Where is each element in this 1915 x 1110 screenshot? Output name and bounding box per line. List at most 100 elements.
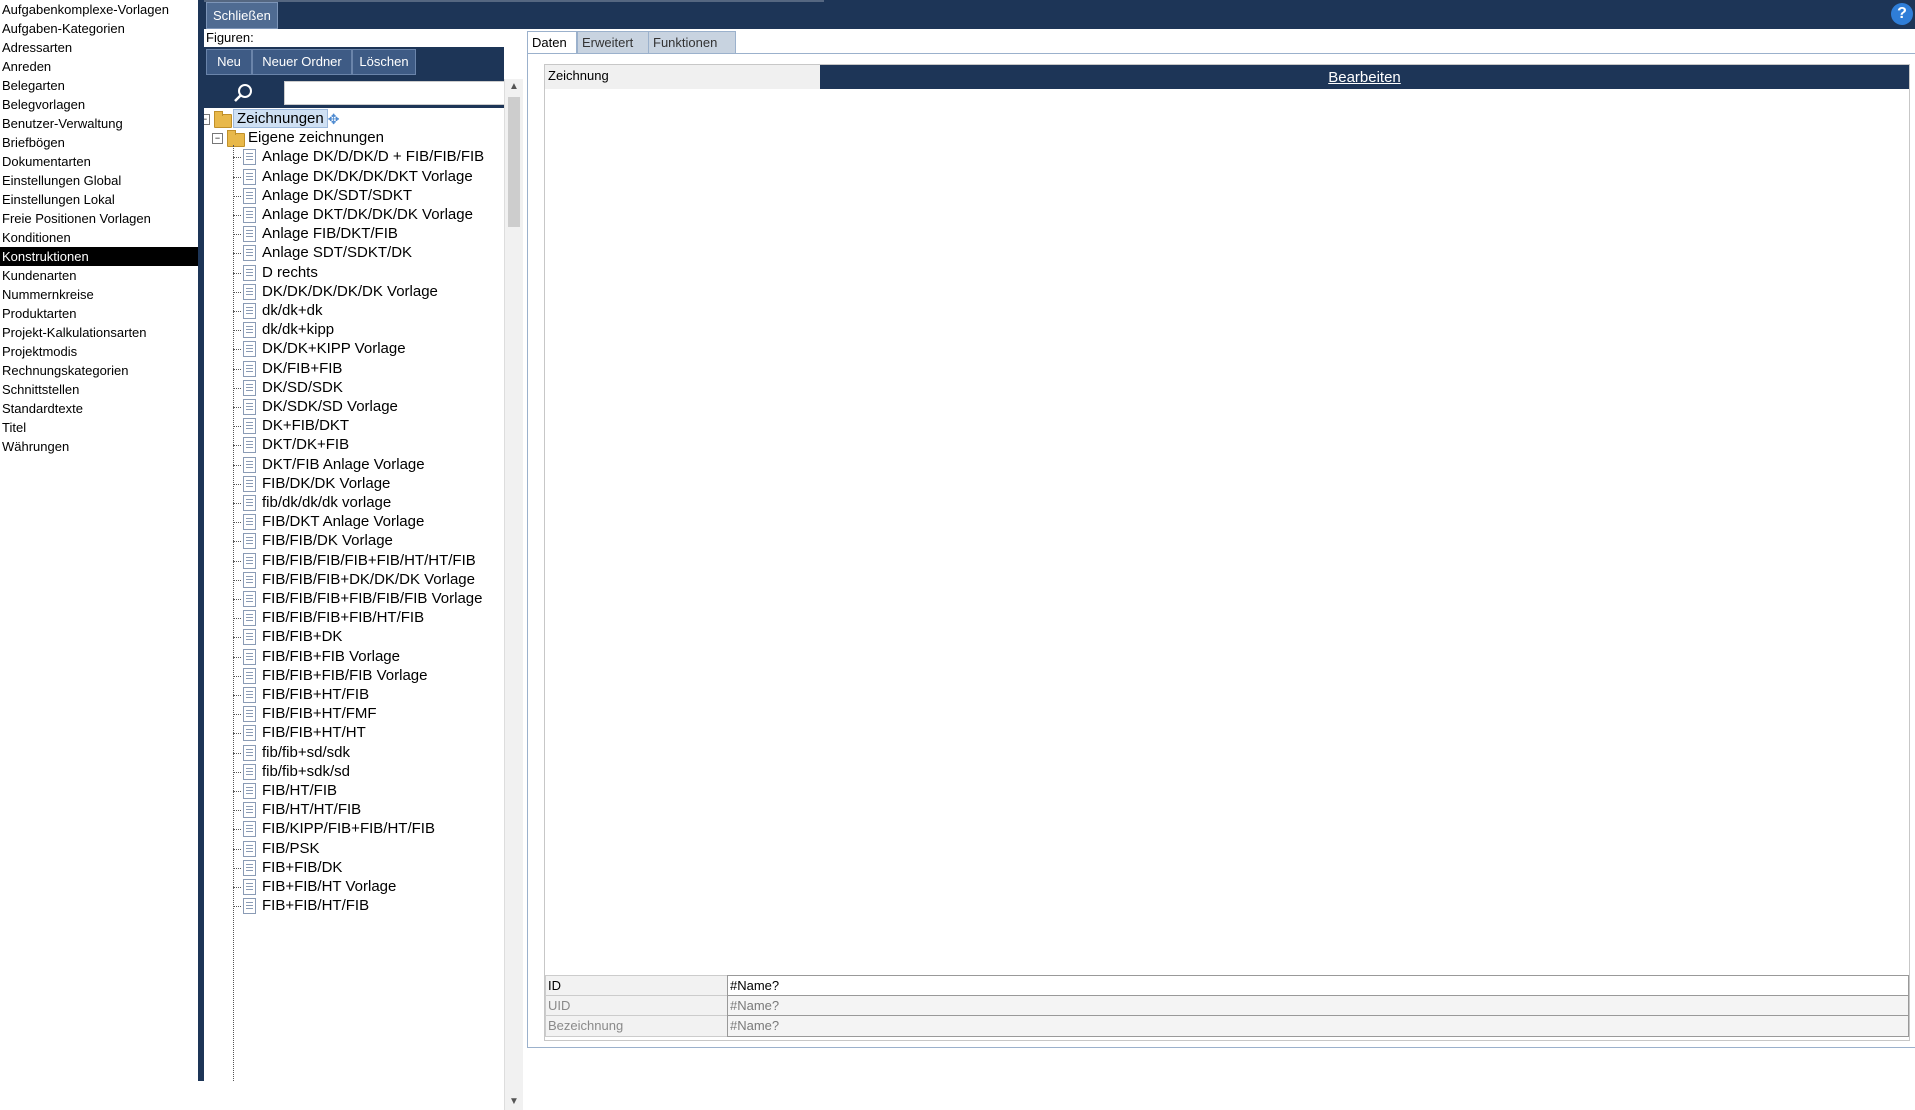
tree-connector bbox=[233, 906, 241, 908]
tree-item[interactable]: FIB+FIB/HT/FIB bbox=[262, 895, 369, 917]
nav-item-projektmodis[interactable]: Projektmodis bbox=[0, 342, 198, 361]
nav-item-währungen[interactable]: Währungen bbox=[0, 437, 198, 456]
tab-funktionen[interactable]: Funktionen bbox=[648, 31, 736, 54]
tree-connector bbox=[233, 848, 241, 850]
document-icon bbox=[243, 226, 256, 243]
scroll-down-icon[interactable]: ▼ bbox=[505, 1094, 523, 1110]
root-expander-icon[interactable]: − bbox=[204, 114, 210, 125]
scroll-up-icon[interactable]: ▲ bbox=[505, 79, 523, 95]
tree-connector bbox=[233, 503, 241, 504]
id-field[interactable]: #Name? bbox=[727, 975, 1909, 997]
document-icon bbox=[243, 898, 256, 915]
nav-item-belegvorlagen[interactable]: Belegvorlagen bbox=[0, 95, 198, 114]
tree-connector bbox=[233, 771, 241, 773]
nav-item-konditionen[interactable]: Konditionen bbox=[0, 228, 198, 247]
nav-item-belegarten[interactable]: Belegarten bbox=[0, 76, 198, 95]
document-icon bbox=[243, 706, 256, 723]
document-icon bbox=[243, 533, 256, 550]
tree-connector bbox=[233, 272, 241, 274]
document-icon bbox=[243, 763, 256, 780]
document-icon bbox=[243, 744, 256, 761]
tree-connector bbox=[233, 330, 241, 332]
document-icon bbox=[243, 322, 256, 339]
close-button[interactable]: Schließen bbox=[206, 2, 278, 29]
nav-item-standardtexte[interactable]: Standardtexte bbox=[0, 399, 198, 418]
folder-icon bbox=[227, 130, 245, 148]
nav-item-einstellungen-global[interactable]: Einstellungen Global bbox=[0, 171, 198, 190]
tree-connector bbox=[233, 522, 241, 524]
nav-item-rechnungskategorien[interactable]: Rechnungskategorien bbox=[0, 361, 198, 380]
nav-item-kundenarten[interactable]: Kundenarten bbox=[0, 266, 198, 285]
nav-item-aufgaben-kategorien[interactable]: Aufgaben-Kategorien bbox=[0, 19, 198, 38]
document-icon bbox=[243, 168, 256, 185]
tree-connector bbox=[233, 560, 241, 562]
nav-item-benutzer-verwaltung[interactable]: Benutzer-Verwaltung bbox=[0, 114, 198, 133]
tree-scrollbar[interactable]: ▲ ▼ bbox=[504, 79, 523, 1110]
document-icon bbox=[243, 437, 256, 454]
nav-item-anreden[interactable]: Anreden bbox=[0, 57, 198, 76]
nav-item-adressarten[interactable]: Adressarten bbox=[0, 38, 198, 57]
new-folder-button[interactable]: Neuer Ordner bbox=[252, 49, 352, 75]
document-icon bbox=[243, 360, 256, 377]
nav-item-einstellungen-lokal[interactable]: Einstellungen Lokal bbox=[0, 190, 198, 209]
nav-item-titel[interactable]: Titel bbox=[0, 418, 198, 437]
field-row-bezeichnung: Bezeichnung #Name? bbox=[545, 1015, 1909, 1037]
document-icon bbox=[243, 149, 256, 166]
nav-item-aufgabenkomplexe-vorlagen[interactable]: Aufgabenkomplexe-Vorlagen bbox=[0, 0, 198, 19]
tree-connector bbox=[233, 195, 241, 197]
document-icon bbox=[243, 264, 256, 281]
document-icon bbox=[243, 840, 256, 857]
search-icon[interactable] bbox=[228, 81, 258, 105]
document-icon bbox=[243, 303, 256, 319]
document-icon bbox=[243, 399, 256, 415]
tree-connector bbox=[233, 253, 241, 255]
tree-connector bbox=[233, 311, 241, 312]
tab-erweitert[interactable]: Erweitert bbox=[577, 31, 649, 54]
nav-item-dokumentarten[interactable]: Dokumentarten bbox=[0, 152, 198, 171]
tree-connector bbox=[233, 387, 241, 389]
edit-button[interactable]: Bearbeiten bbox=[820, 65, 1909, 89]
tab-daten[interactable]: Daten bbox=[527, 31, 577, 54]
uid-field[interactable]: #Name? bbox=[727, 995, 1909, 1017]
scroll-thumb[interactable] bbox=[508, 97, 520, 227]
document-icon bbox=[243, 591, 256, 607]
delete-button[interactable]: Löschen bbox=[352, 49, 416, 75]
document-icon bbox=[243, 456, 256, 473]
nav-item-briefbögen[interactable]: Briefbögen bbox=[0, 133, 198, 152]
tree-connector bbox=[233, 541, 241, 543]
tree-connector bbox=[233, 464, 241, 466]
document-icon bbox=[243, 802, 256, 819]
nav-item-schnittstellen[interactable]: Schnittstellen bbox=[0, 380, 198, 399]
top-bar: Schließen ? bbox=[204, 0, 1915, 29]
nav-item-konstruktionen[interactable]: Konstruktionen bbox=[0, 247, 198, 266]
bezeichnung-field[interactable]: #Name? bbox=[727, 1015, 1909, 1037]
tree-root-label: Zeichnungen bbox=[233, 109, 328, 128]
nav-item-produktarten[interactable]: Produktarten bbox=[0, 304, 198, 323]
nav-item-projekt-kalkulationsarten[interactable]: Projekt-Kalkulationsarten bbox=[0, 323, 198, 342]
id-label: ID bbox=[545, 975, 730, 997]
new-button[interactable]: Neu bbox=[206, 49, 252, 75]
tree-connector bbox=[233, 810, 241, 812]
document-icon bbox=[243, 418, 256, 435]
document-icon bbox=[243, 245, 256, 262]
tree-connector bbox=[233, 579, 241, 581]
tree-connector bbox=[233, 176, 241, 178]
document-icon bbox=[243, 341, 256, 358]
document-icon bbox=[243, 725, 256, 742]
document-icon bbox=[243, 379, 256, 396]
search-input[interactable] bbox=[284, 81, 506, 105]
folder-expander-icon[interactable]: − bbox=[212, 133, 223, 145]
document-icon bbox=[243, 552, 256, 569]
document-icon bbox=[243, 667, 256, 684]
drawing-canvas[interactable] bbox=[545, 89, 1909, 970]
document-icon bbox=[243, 610, 256, 627]
help-icon[interactable]: ? bbox=[1891, 3, 1913, 25]
document-icon bbox=[243, 495, 256, 511]
settings-nav: Aufgabenkomplexe-Vorlagen Aufgaben-Katego… bbox=[0, 0, 198, 1081]
figures-toolbar: Neu Neuer Ordner Löschen bbox=[204, 47, 504, 75]
nav-item-freie-positionen-vorlagen[interactable]: Freie Positionen Vorlagen bbox=[0, 209, 198, 228]
figures-tree: − Zeichnungen ✥ − Eigene zeichnungen Anlage … bbox=[204, 108, 504, 1081]
tree-connector bbox=[233, 733, 241, 735]
tree-connector bbox=[233, 791, 241, 792]
nav-item-nummernkreise[interactable]: Nummernkreise bbox=[0, 285, 198, 304]
